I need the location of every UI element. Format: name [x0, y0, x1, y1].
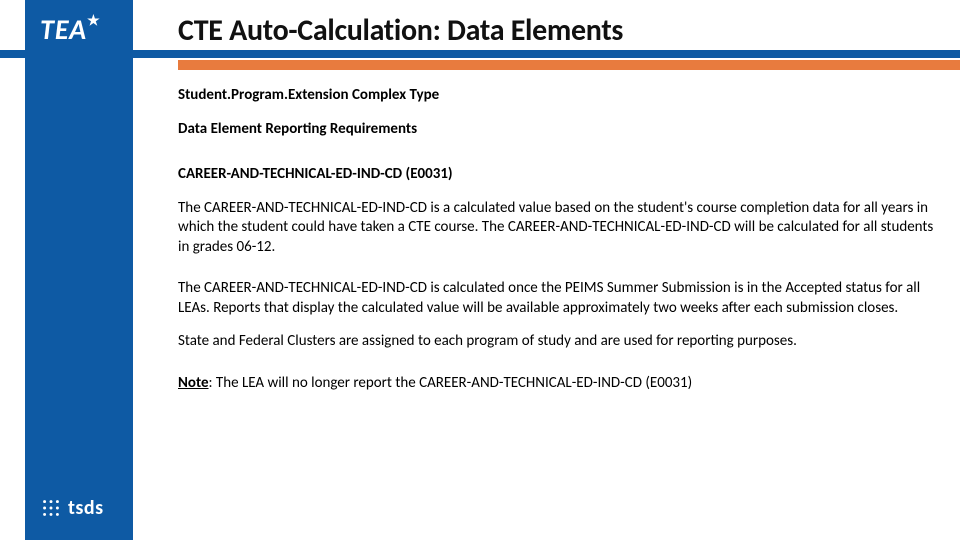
slide: TEA★ tsds CTE Auto-Calculation: Data Ele… [0, 0, 960, 540]
complex-type-heading: Student.Program.Extension Complex Type [178, 86, 938, 106]
dots-grid-icon [40, 497, 62, 519]
subhead: Data Element Reporting Requirements [178, 120, 938, 140]
element-heading: CAREER-AND-TECHNICAL-ED-IND-CD (E0031) [178, 165, 938, 185]
title-area: CTE Auto-Calculation: Data Elements [178, 12, 940, 49]
body-content: Student.Program.Extension Complex Type D… [178, 86, 938, 407]
orange-accent-bar [178, 60, 960, 70]
paragraph-1: The CAREER-AND-TECHNICAL-ED-IND-CD is a … [178, 199, 938, 258]
paragraph-2: The CAREER-AND-TECHNICAL-ED-IND-CD is ca… [178, 279, 938, 318]
tea-logo-text: TEA [40, 12, 87, 47]
note-text: : The LEA will no longer report the CARE… [209, 374, 693, 392]
star-icon: ★ [87, 12, 101, 29]
tsds-logo: tsds [40, 496, 104, 520]
note-line: Note: The LEA will no longer report the … [178, 374, 938, 394]
paragraph-3: State and Federal Clusters are assigned … [178, 332, 938, 352]
top-blue-bar [0, 50, 960, 58]
tsds-logo-text: tsds [68, 496, 104, 520]
tea-logo: TEA★ [40, 12, 101, 47]
page-title: CTE Auto-Calculation: Data Elements [178, 12, 940, 49]
left-sidebar-band [25, 0, 133, 540]
note-label: Note [178, 374, 209, 392]
